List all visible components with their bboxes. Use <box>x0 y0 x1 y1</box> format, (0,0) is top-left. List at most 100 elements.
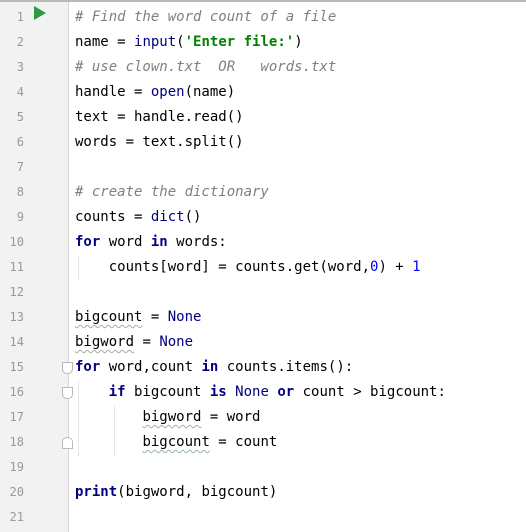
code-token: is <box>209 384 227 400</box>
code-token: 1 <box>412 259 421 275</box>
code-text: # create the dictionary <box>75 180 269 205</box>
line-number: 16 <box>9 385 24 399</box>
line-number: 10 <box>9 235 24 249</box>
editor-top-border <box>0 0 526 2</box>
line-number: 9 <box>16 210 24 224</box>
code-text: bigcount = None <box>75 305 201 330</box>
code-line[interactable]: 4 handle = open(name) <box>0 80 526 105</box>
code-token: # Find the word count of a file <box>75 9 337 25</box>
line-number: 19 <box>9 460 24 474</box>
code-line[interactable]: 6 words = text.split() <box>0 130 526 155</box>
code-token: input <box>134 34 177 50</box>
code-token: in <box>201 359 219 375</box>
fold-open-icon[interactable] <box>62 362 73 374</box>
code-text: bigword = word <box>75 405 260 430</box>
code-token: if <box>108 384 126 400</box>
line-number: 3 <box>16 60 24 74</box>
line-number: 13 <box>9 310 24 324</box>
code-token: counts.items(): <box>218 359 354 375</box>
code-token: counts[word] = counts.get(word, <box>75 259 371 275</box>
code-token: for <box>75 234 101 250</box>
line-number: 2 <box>16 35 24 49</box>
line-number: 12 <box>9 285 24 299</box>
code-text: name = input('Enter file:') <box>75 30 303 55</box>
code-text: text = handle.read() <box>75 105 244 130</box>
fold-open-icon[interactable] <box>62 387 73 399</box>
code-token: name = <box>75 34 135 50</box>
code-line[interactable]: 20 print(bigword, bigcount) <box>0 480 526 505</box>
code-line[interactable]: 8 # create the dictionary <box>0 180 526 205</box>
code-line[interactable]: 7 <box>0 155 526 180</box>
code-text: bigword = None <box>75 330 193 355</box>
code-token: = count <box>209 434 278 450</box>
code-text: counts[word] = counts.get(word,0) + 1 <box>75 255 421 280</box>
code-token: None <box>235 384 269 400</box>
code-token: words: <box>167 234 227 250</box>
code-line[interactable]: 2 name = input('Enter file:') <box>0 30 526 55</box>
code-text: for word in words: <box>75 230 227 255</box>
code-token: print <box>75 484 118 500</box>
line-number: 18 <box>9 435 24 449</box>
line-number: 6 <box>16 135 24 149</box>
code-token: bigcount <box>125 384 210 400</box>
line-number: 15 <box>9 360 24 374</box>
code-token: words = text.split() <box>75 134 244 150</box>
line-number: 11 <box>9 260 24 274</box>
code-text: # use clown.txt OR words.txt <box>75 55 336 80</box>
line-number: 4 <box>16 85 24 99</box>
code-line[interactable]: 10 for word in words: <box>0 230 526 255</box>
code-line[interactable]: 5 text = handle.read() <box>0 105 526 130</box>
code-token: 'Enter file:' <box>184 34 295 50</box>
code-token: (name) <box>184 84 236 100</box>
code-token: None <box>159 334 194 350</box>
code-token: word,count <box>100 359 202 375</box>
code-line[interactable]: 21 <box>0 505 526 530</box>
code-line[interactable]: 15 for word,count in counts.items(): <box>0 355 526 380</box>
code-token: count > bigcount: <box>294 384 446 400</box>
line-number: 8 <box>16 185 24 199</box>
code-token: counts = <box>75 209 151 225</box>
code-token: None <box>167 309 202 325</box>
code-token: bigcount <box>142 434 210 450</box>
code-token: open <box>150 84 185 100</box>
code-editor[interactable]: 1 # Find the word count of a file 2 name = … <box>0 0 526 532</box>
code-line[interactable]: 9 counts = dict() <box>0 205 526 230</box>
fold-close-icon[interactable] <box>62 437 73 449</box>
code-line[interactable]: 1 # Find the word count of a file <box>0 5 526 30</box>
code-text: print(bigword, bigcount) <box>75 480 277 505</box>
code-token: (bigword, bigcount) <box>117 484 278 500</box>
code-line[interactable]: 13 bigcount = None <box>0 305 526 330</box>
line-number: 1 <box>16 10 24 24</box>
code-token: text = handle.read() <box>75 109 244 125</box>
line-number: 21 <box>9 510 24 524</box>
code-line[interactable]: 12 <box>0 280 526 305</box>
code-line[interactable]: 19 <box>0 455 526 480</box>
code-token: bigword <box>75 334 135 350</box>
code-token: ( <box>176 34 185 50</box>
code-token: = <box>134 334 160 350</box>
code-token: ) + <box>378 259 413 275</box>
code-line[interactable]: 3 # use clown.txt OR words.txt <box>0 55 526 80</box>
code-line[interactable]: 14 bigword = None <box>0 330 526 355</box>
line-number: 5 <box>16 110 24 124</box>
code-token: or <box>277 384 295 400</box>
code-token: handle = <box>75 84 151 100</box>
run-triangle-icon[interactable] <box>34 6 46 20</box>
code-token: # create the dictionary <box>75 184 269 200</box>
code-text: bigcount = count <box>75 430 277 455</box>
line-number: 17 <box>9 410 24 424</box>
code-token: in <box>150 234 168 250</box>
code-token: dict <box>150 209 185 225</box>
code-text: handle = open(name) <box>75 80 235 105</box>
code-token: ) <box>294 34 303 50</box>
indent-guide <box>114 406 115 456</box>
indent-guide <box>78 256 79 280</box>
code-text: words = text.split() <box>75 130 244 155</box>
indent-guide <box>78 381 79 456</box>
line-number: 14 <box>9 335 24 349</box>
code-token: = <box>142 309 168 325</box>
